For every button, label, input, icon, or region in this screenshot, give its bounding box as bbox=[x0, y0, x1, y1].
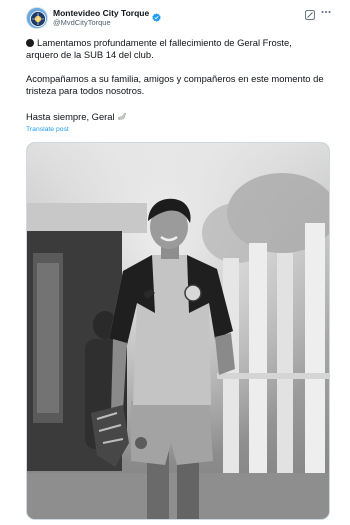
club-crest-icon[interactable] bbox=[26, 7, 48, 29]
tweet-card: Montevideo City Torque @MvdCityTorque La… bbox=[0, 0, 350, 525]
post-text: Acompañamos a su familia, amigos y compa… bbox=[26, 73, 324, 84]
verified-badge-icon bbox=[152, 9, 161, 22]
post-paragraph-3: Hasta siempre, Geral bbox=[26, 111, 336, 123]
post-text: tristeza para todos nosotros. bbox=[26, 85, 145, 96]
post-text: arquero de la SUB 14 del club. bbox=[26, 49, 154, 60]
dove-icon bbox=[117, 112, 127, 121]
grok-icon[interactable] bbox=[305, 7, 315, 20]
more-options-icon[interactable] bbox=[320, 6, 332, 18]
author-handle[interactable]: @MvdCityTorque bbox=[53, 18, 111, 27]
post-line: Lamentamos profundamente el fallecimient… bbox=[26, 37, 336, 49]
black-circle-icon bbox=[26, 39, 34, 47]
post-text: Lamentamos profundamente el fallecimient… bbox=[37, 37, 292, 48]
post-line: Hasta siempre, Geral bbox=[26, 111, 336, 123]
post-photo[interactable] bbox=[26, 142, 330, 520]
post-text: Hasta siempre, Geral bbox=[26, 111, 115, 122]
post-paragraph-2: Acompañamos a su familia, amigos y compa… bbox=[26, 73, 336, 97]
translate-post-link[interactable]: Translate post bbox=[26, 126, 69, 133]
author-display-name[interactable]: Montevideo City Torque bbox=[53, 8, 149, 18]
post-paragraph-1: Lamentamos profundamente el fallecimient… bbox=[26, 37, 336, 61]
